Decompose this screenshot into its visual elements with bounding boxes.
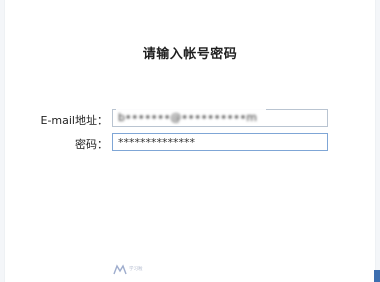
email-label: E-mail地址： bbox=[40, 114, 109, 127]
brand-logo-text: 学习啦 bbox=[129, 266, 143, 272]
account-dialog: 请输入帐号密码 E-mail地址： b•••••••@••••••••••m 密… bbox=[0, 0, 380, 282]
scroll-thumb-indicator bbox=[374, 270, 380, 282]
password-field[interactable] bbox=[112, 133, 328, 151]
brand-logo: 学习啦 bbox=[113, 263, 161, 277]
brand-logo-icon bbox=[113, 264, 127, 275]
email-field[interactable]: b•••••••@••••••••••m bbox=[112, 109, 328, 127]
email-value: b•••••••@••••••••••m bbox=[118, 111, 257, 124]
password-label: 密码： bbox=[75, 138, 108, 151]
privacy-mask bbox=[116, 102, 266, 110]
dialog-title: 请输入帐号密码 bbox=[142, 47, 238, 62]
